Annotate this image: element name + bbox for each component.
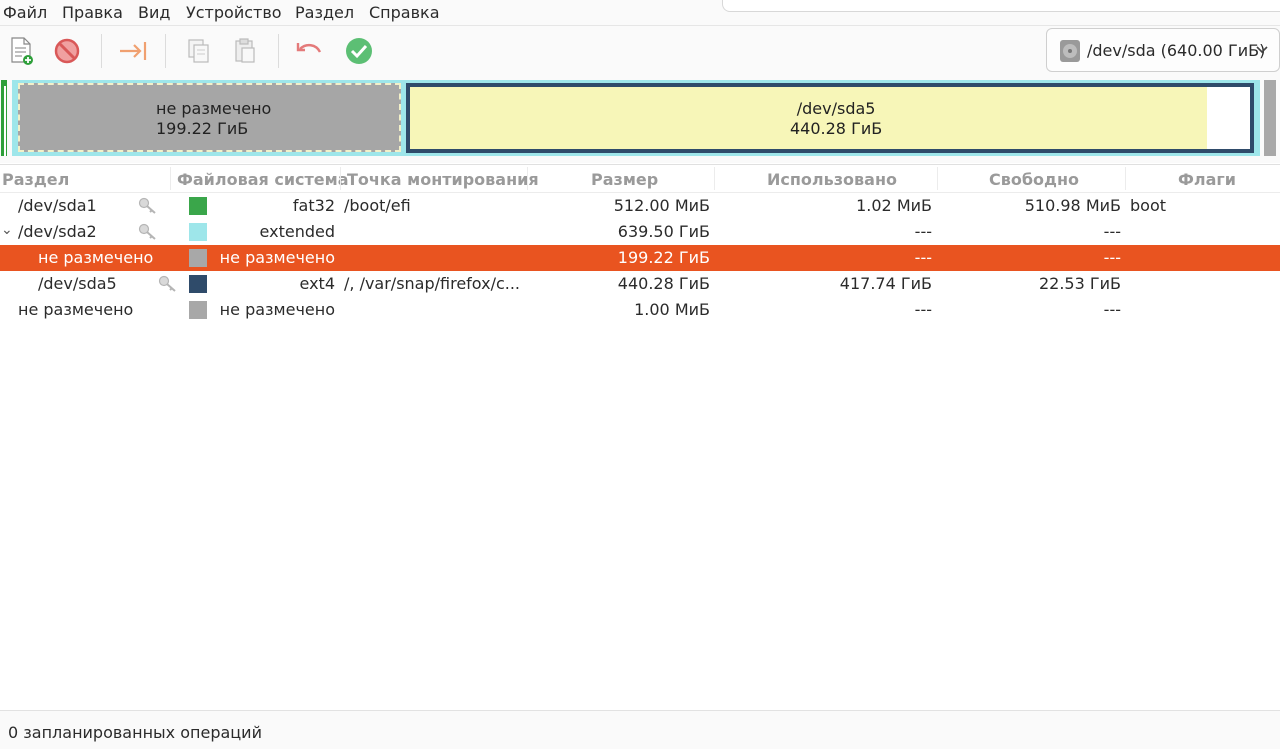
copy-button[interactable] bbox=[181, 34, 215, 68]
map-sda1-block[interactable] bbox=[1, 80, 7, 156]
fs-color-swatch bbox=[189, 223, 207, 241]
cell-size: 440.28 ГиБ bbox=[617, 274, 710, 293]
cell-mountpoint: /boot/efi bbox=[344, 196, 411, 215]
cell-filesystem: fat32 bbox=[292, 196, 335, 215]
col-flags[interactable]: Флаги bbox=[1178, 170, 1236, 189]
cell-partition: /dev/sda5 bbox=[38, 274, 117, 293]
cell-used: 1.02 МиБ bbox=[856, 196, 932, 215]
map-sda5-size: 440.28 ГиБ bbox=[790, 119, 883, 138]
delete-button[interactable] bbox=[50, 34, 84, 68]
partition-map: не размечено 199.22 ГиБ /dev/sda5 440.28… bbox=[0, 77, 1280, 163]
cell-used: --- bbox=[914, 300, 932, 319]
col-free[interactable]: Свободно bbox=[989, 170, 1079, 189]
device-selector[interactable]: /dev/sda (640.00 ГиБ) bbox=[1046, 28, 1280, 72]
undo-button[interactable] bbox=[292, 34, 326, 68]
table-row[interactable]: /dev/sda5 ext4 /, /var/snap/firefox/c... 44… bbox=[0, 271, 1280, 297]
new-partition-icon bbox=[11, 37, 33, 65]
cell-filesystem: не размечено bbox=[219, 300, 335, 319]
cell-used: 417.74 ГиБ bbox=[839, 274, 932, 293]
paste-icon bbox=[235, 38, 255, 63]
map-unallocated-label: не размечено bbox=[156, 99, 272, 118]
apply-button[interactable] bbox=[342, 34, 376, 68]
cell-free: 22.53 ГиБ bbox=[1038, 274, 1121, 293]
menubar: Файл Правка Вид Устройство Раздел Справк… bbox=[0, 0, 1280, 25]
map-sda5-block[interactable]: /dev/sda5 440.28 ГиБ bbox=[406, 83, 1254, 153]
cell-filesystem: ext4 bbox=[299, 274, 335, 293]
copy-icon bbox=[188, 39, 209, 63]
cell-size: 639.50 ГиБ bbox=[617, 222, 710, 241]
apply-icon bbox=[346, 38, 372, 64]
map-unallocated-tail[interactable] bbox=[1264, 80, 1276, 156]
cell-free: 510.98 МиБ bbox=[1024, 196, 1121, 215]
menu-view[interactable]: Вид bbox=[138, 3, 170, 22]
paste-button[interactable] bbox=[228, 34, 262, 68]
col-partition[interactable]: Раздел bbox=[2, 170, 69, 189]
key-icon bbox=[138, 223, 156, 240]
map-unallocated-size: 199.22 ГиБ bbox=[156, 119, 249, 138]
table-row[interactable]: не размечено не размечено 1.00 МиБ --- --- bbox=[0, 297, 1280, 323]
key-icon bbox=[158, 275, 176, 292]
fs-color-swatch bbox=[189, 249, 207, 267]
menu-device[interactable]: Устройство bbox=[186, 3, 282, 22]
chevron-down-icon bbox=[1256, 46, 1268, 54]
col-mountpoint[interactable]: Точка монтирования bbox=[347, 170, 539, 189]
cell-used: --- bbox=[914, 248, 932, 267]
col-filesystem[interactable]: Файловая система bbox=[177, 170, 349, 189]
table-row[interactable]: ⌄ /dev/sda2 extended 639.50 ГиБ --- --- bbox=[0, 219, 1280, 245]
menu-partition[interactable]: Раздел bbox=[295, 3, 354, 22]
table-row[interactable]: не размечено не размечено 199.22 ГиБ --- --- bbox=[0, 245, 1280, 271]
col-used[interactable]: Использовано bbox=[767, 170, 897, 189]
cell-used: --- bbox=[914, 222, 932, 241]
cell-partition: /dev/sda1 bbox=[18, 196, 97, 215]
cell-mountpoint: /, /var/snap/firefox/c... bbox=[344, 274, 521, 293]
cell-free: --- bbox=[1103, 248, 1121, 267]
expander-icon[interactable]: ⌄ bbox=[1, 222, 13, 238]
cell-free: --- bbox=[1103, 300, 1121, 319]
menu-file[interactable]: Файл bbox=[3, 3, 47, 22]
fs-color-swatch bbox=[189, 275, 207, 293]
cell-filesystem: не размечено bbox=[219, 248, 335, 267]
menu-edit[interactable]: Правка bbox=[62, 3, 123, 22]
new-partition-button[interactable] bbox=[4, 34, 38, 68]
cell-partition: не размечено bbox=[38, 248, 154, 267]
hard-disk-icon bbox=[1060, 40, 1080, 62]
cell-filesystem: extended bbox=[259, 222, 335, 241]
popup-edge bbox=[722, 0, 1280, 12]
cell-free: --- bbox=[1103, 222, 1121, 241]
cell-flags: boot bbox=[1130, 196, 1167, 215]
undo-icon bbox=[296, 43, 322, 53]
toolbar: /dev/sda (640.00 ГиБ) bbox=[0, 25, 1280, 78]
cell-partition: /dev/sda2 bbox=[18, 222, 97, 241]
delete-icon bbox=[54, 38, 80, 64]
cell-size: 512.00 МиБ bbox=[613, 196, 710, 215]
cell-size: 1.00 МиБ bbox=[634, 300, 710, 319]
col-size[interactable]: Размер bbox=[591, 170, 658, 189]
fs-color-swatch bbox=[189, 301, 207, 319]
cell-size: 199.22 ГиБ bbox=[617, 248, 710, 267]
key-icon bbox=[138, 197, 156, 214]
resize-move-icon bbox=[120, 42, 147, 60]
resize-move-button[interactable] bbox=[116, 34, 150, 68]
statusbar: 0 запланированных операций bbox=[0, 710, 1280, 749]
fs-color-swatch bbox=[189, 197, 207, 215]
cell-partition: не размечено bbox=[18, 300, 134, 319]
device-label: /dev/sda (640.00 ГиБ) bbox=[1087, 41, 1266, 60]
pending-operations-status: 0 запланированных операций bbox=[8, 723, 262, 742]
map-sda5-label: /dev/sda5 bbox=[796, 99, 876, 118]
map-unallocated-block[interactable]: не размечено 199.22 ГиБ bbox=[18, 83, 401, 152]
table-row[interactable]: /dev/sda1 fat32/boot/efi 512.00 МиБ 1.02 Ми… bbox=[0, 193, 1280, 219]
menu-help[interactable]: Справка bbox=[369, 3, 440, 22]
partition-table-header: Раздел Файловая система Точка монтирован… bbox=[0, 164, 1280, 193]
